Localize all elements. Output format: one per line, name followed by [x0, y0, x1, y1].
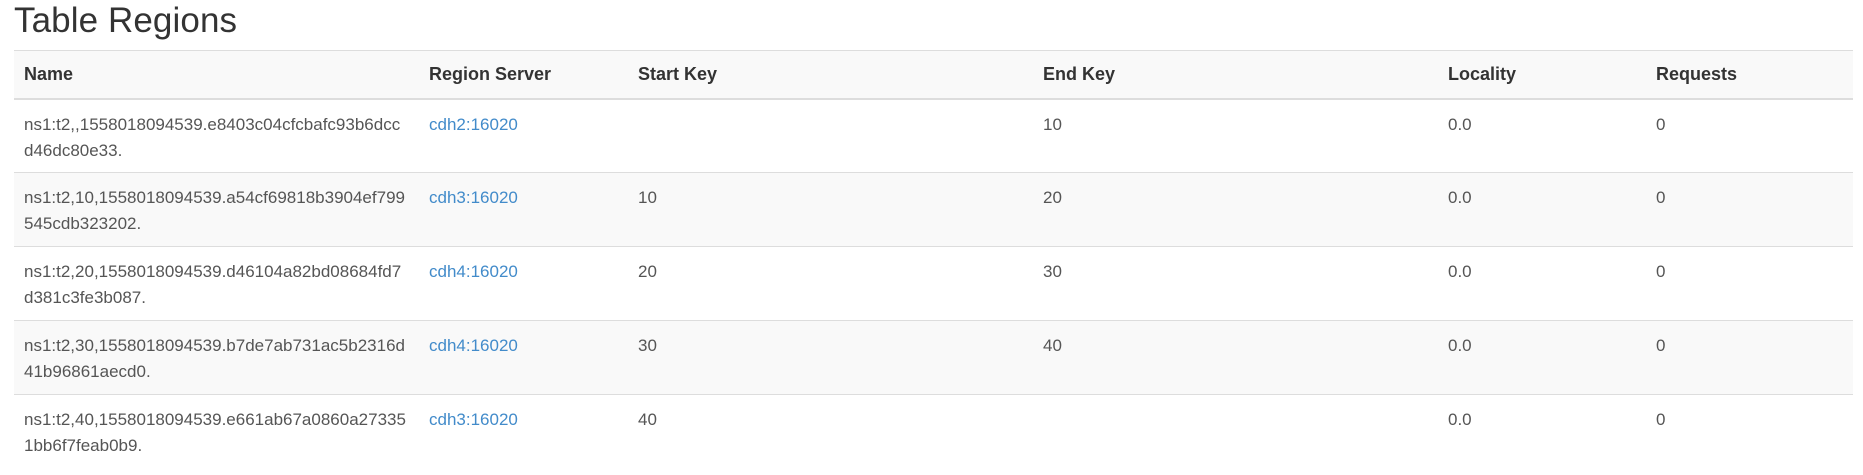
- column-header-name: Name: [14, 50, 419, 100]
- column-header-start-key: Start Key: [628, 50, 1033, 100]
- end-key-cell: 30: [1033, 246, 1438, 321]
- requests-cell: 0: [1646, 246, 1853, 321]
- region-name-cell: ns1:t2,20,1558018094539.d46104a82bd08684…: [14, 246, 419, 321]
- locality-cell: 0.0: [1438, 320, 1646, 395]
- requests-cell: 0: [1646, 98, 1853, 173]
- start-key-cell: 30: [628, 320, 1033, 395]
- locality-cell: 0.0: [1438, 394, 1646, 469]
- table-row: ns1:t2,30,1558018094539.b7de7ab731ac5b23…: [14, 320, 1853, 395]
- region-name-cell: ns1:t2,40,1558018094539.e661ab67a0860a27…: [14, 394, 419, 469]
- region-server-cell: cdh2:16020: [419, 98, 628, 173]
- table-row: ns1:t2,40,1558018094539.e661ab67a0860a27…: [14, 394, 1853, 469]
- region-server-cell: cdh4:16020: [419, 320, 628, 395]
- column-header-requests: Requests: [1646, 50, 1853, 100]
- end-key-cell: 10: [1033, 98, 1438, 173]
- column-header-end-key: End Key: [1033, 50, 1438, 100]
- locality-cell: 0.0: [1438, 98, 1646, 173]
- region-server-cell: cdh4:16020: [419, 246, 628, 321]
- column-header-region-server: Region Server: [419, 50, 628, 100]
- region-server-link[interactable]: cdh4:16020: [429, 336, 518, 355]
- region-server-cell: cdh3:16020: [419, 394, 628, 469]
- start-key-cell: 20: [628, 246, 1033, 321]
- locality-cell: 0.0: [1438, 246, 1646, 321]
- table-row: ns1:t2,,1558018094539.e8403c04cfcbafc93b…: [14, 98, 1853, 173]
- end-key-cell: 20: [1033, 172, 1438, 247]
- regions-table: Name Region Server Start Key End Key Loc…: [14, 50, 1853, 469]
- regions-table-body: ns1:t2,,1558018094539.e8403c04cfcbafc93b…: [14, 98, 1853, 469]
- region-server-cell: cdh3:16020: [419, 172, 628, 247]
- start-key-cell: 10: [628, 172, 1033, 247]
- start-key-cell: 40: [628, 394, 1033, 469]
- regions-table-header: Name Region Server Start Key End Key Loc…: [14, 50, 1853, 100]
- table-row: ns1:t2,20,1558018094539.d46104a82bd08684…: [14, 246, 1853, 321]
- table-row: ns1:t2,10,1558018094539.a54cf69818b3904e…: [14, 172, 1853, 247]
- region-name-cell: ns1:t2,30,1558018094539.b7de7ab731ac5b23…: [14, 320, 419, 395]
- region-name-cell: ns1:t2,10,1558018094539.a54cf69818b3904e…: [14, 172, 419, 247]
- region-server-link[interactable]: cdh4:16020: [429, 262, 518, 281]
- region-server-link[interactable]: cdh2:16020: [429, 115, 518, 134]
- start-key-cell: [628, 98, 1033, 173]
- requests-cell: 0: [1646, 320, 1853, 395]
- requests-cell: 0: [1646, 172, 1853, 247]
- end-key-cell: 40: [1033, 320, 1438, 395]
- table-regions-page: Table Regions Name Region Server Start K…: [0, 0, 1863, 475]
- region-server-link[interactable]: cdh3:16020: [429, 188, 518, 207]
- end-key-cell: [1033, 394, 1438, 469]
- locality-cell: 0.0: [1438, 172, 1646, 247]
- page-title: Table Regions: [14, 1, 238, 40]
- region-name-cell: ns1:t2,,1558018094539.e8403c04cfcbafc93b…: [14, 98, 419, 173]
- header-row: Name Region Server Start Key End Key Loc…: [14, 50, 1853, 100]
- requests-cell: 0: [1646, 394, 1853, 469]
- column-header-locality: Locality: [1438, 50, 1646, 100]
- region-server-link[interactable]: cdh3:16020: [429, 410, 518, 429]
